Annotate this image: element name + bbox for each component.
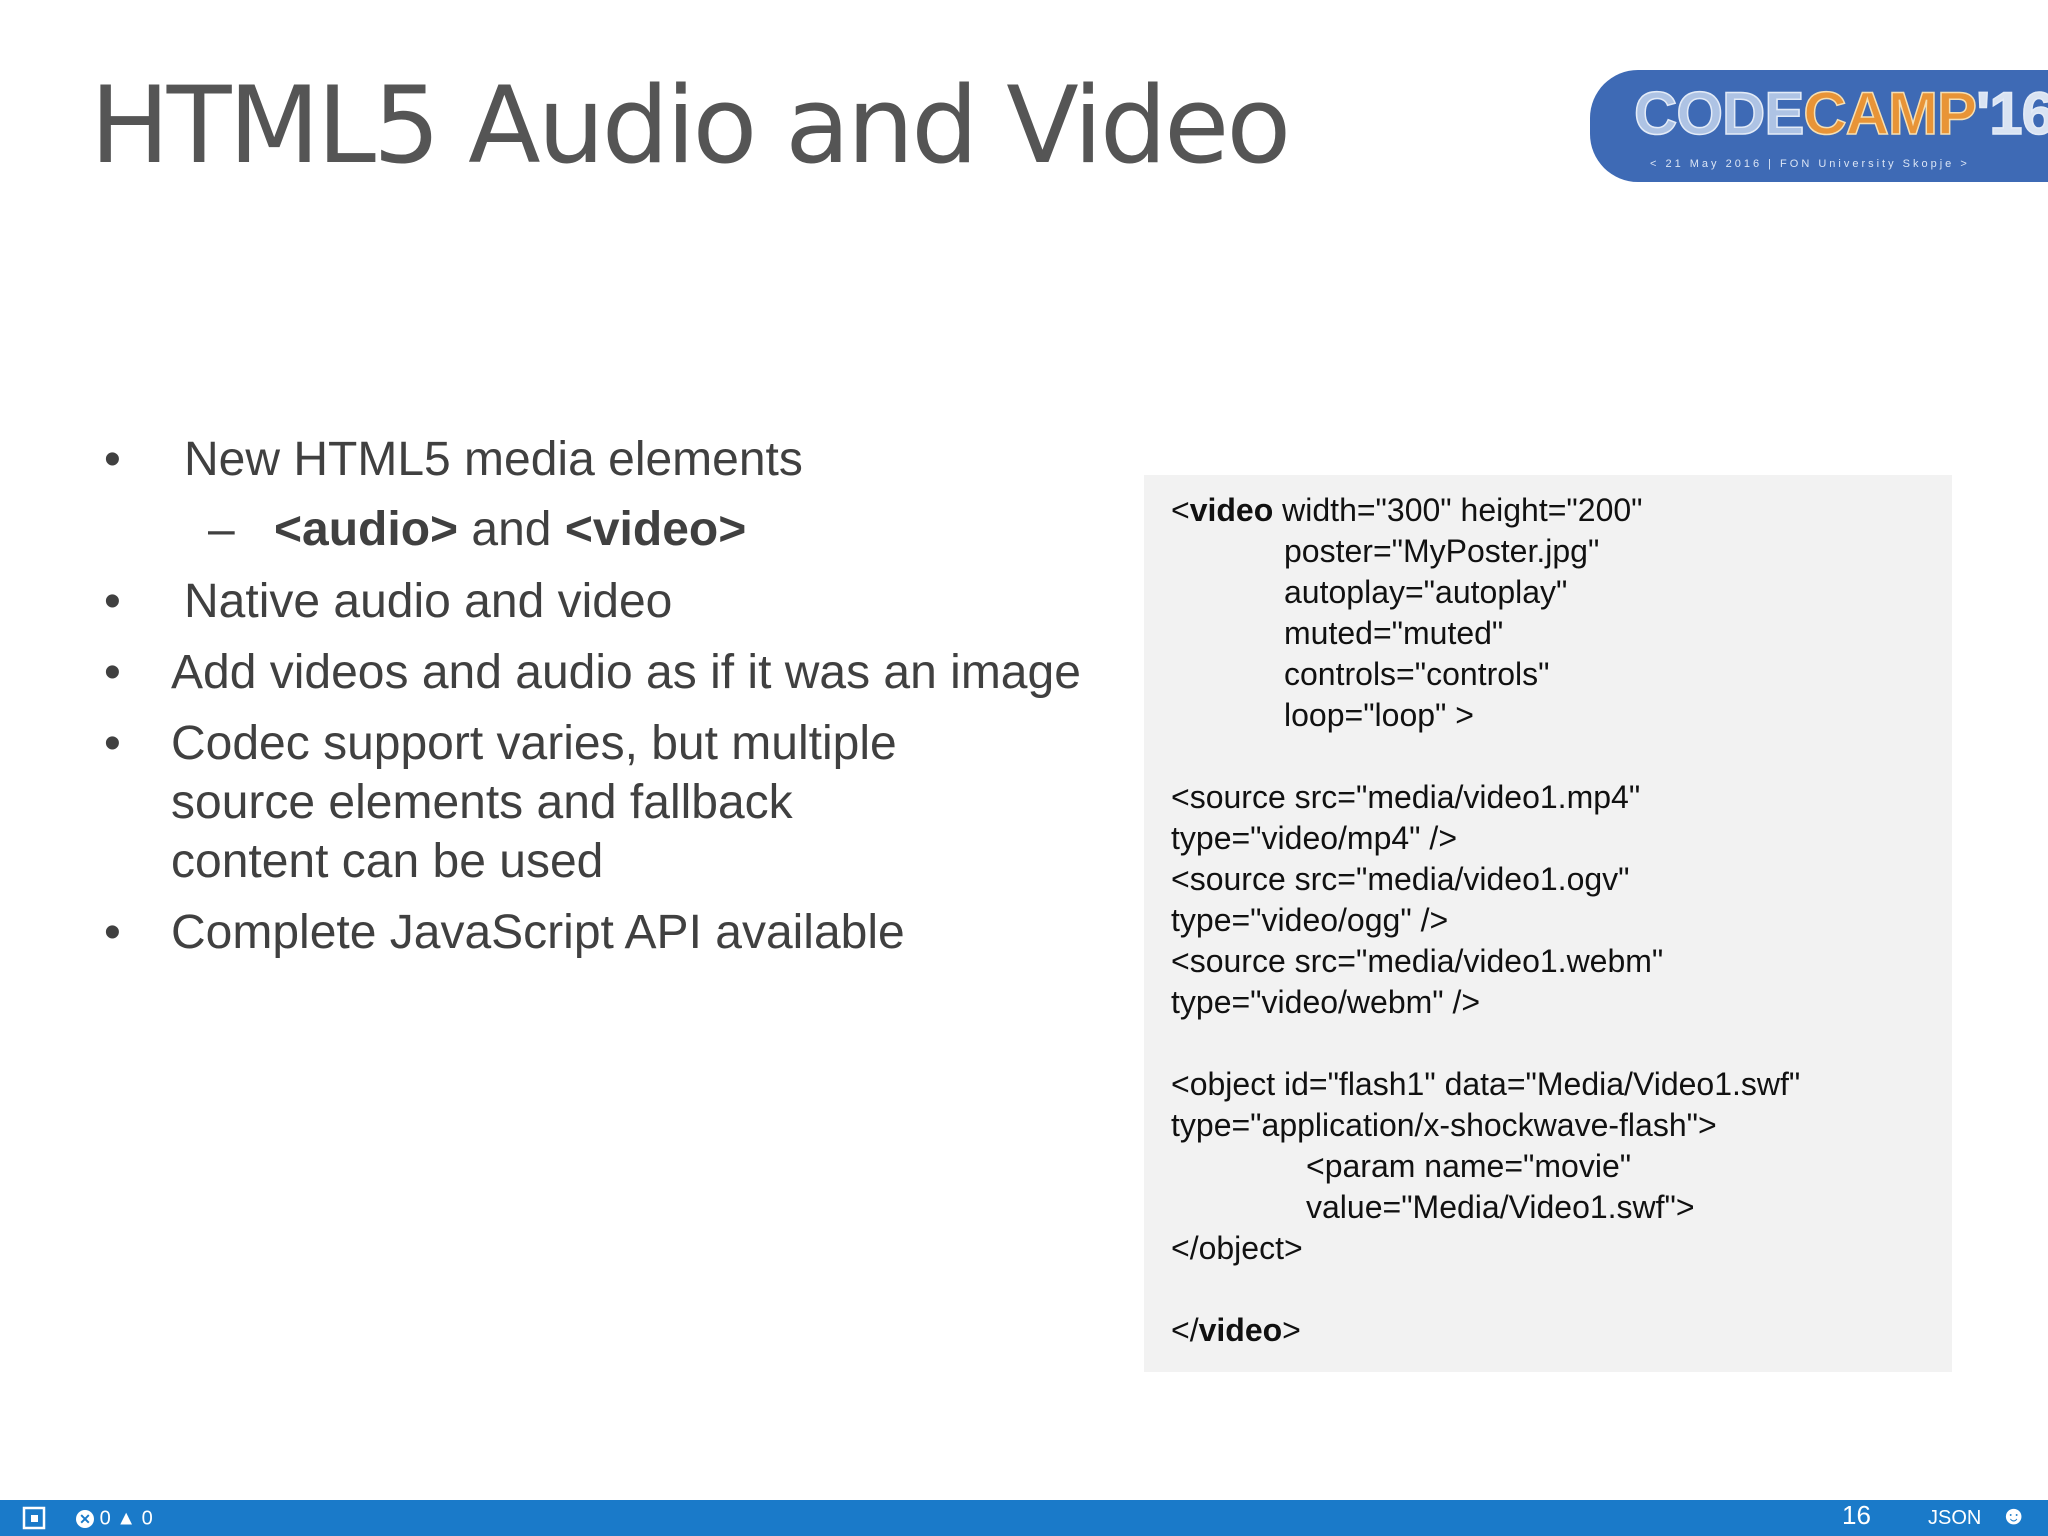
code-line: poster="MyPoster.jpg" bbox=[1284, 533, 1600, 569]
code-line: <object id="flash1" data="Media/Video1.s… bbox=[1171, 1066, 1801, 1102]
sub-bullet-item: – <audio> and <video> bbox=[208, 503, 747, 556]
code-line: autoplay="autoplay" bbox=[1284, 574, 1568, 610]
warning-icon: ▲ bbox=[116, 1507, 137, 1530]
code-line: type="video/ogg" /> bbox=[1171, 902, 1449, 938]
bullet-continuation: source elements and fallback bbox=[171, 776, 793, 829]
code-line: <video width="300" height="200" bbox=[1171, 492, 1643, 528]
bullet-item: • Native audio and video bbox=[104, 575, 673, 628]
code-line: </object> bbox=[1171, 1230, 1303, 1266]
code-line: <source src="media/video1.webm" bbox=[1171, 943, 1664, 979]
code-sample-box: <video width="300" height="200" poster="… bbox=[1144, 475, 1952, 1372]
code-line: type="video/mp4" /> bbox=[1171, 820, 1457, 856]
bullet-item: • Complete JavaScript API available bbox=[104, 906, 905, 959]
code-line: <source src="media/video1.mp4" bbox=[1171, 779, 1641, 815]
logo-subtitle: < 21 May 2016 | FON University Skopje > bbox=[1650, 158, 1970, 170]
code-line: value="Media/Video1.swf"> bbox=[1306, 1189, 1695, 1225]
status-bar: ✕ 0 ▲ 0 16 JSON ☻ bbox=[0, 1500, 2048, 1536]
feedback-smiley-icon[interactable]: ☻ bbox=[2000, 1502, 2027, 1528]
bullet-continuation: content can be used bbox=[171, 835, 604, 888]
problems-indicator[interactable]: ✕ 0 ▲ 0 bbox=[76, 1507, 153, 1530]
error-icon: ✕ bbox=[76, 1509, 94, 1528]
remote-icon[interactable] bbox=[22, 1506, 46, 1535]
codecamp-logo: CODECAMP'16 < 21 May 2016 | FON Universi… bbox=[1590, 70, 2048, 182]
slide-title: HTML5 Audio and Video bbox=[90, 64, 1291, 187]
code-line: loop="loop" > bbox=[1284, 697, 1474, 733]
code-line: <param name="movie" bbox=[1306, 1148, 1632, 1184]
error-count: 0 bbox=[99, 1507, 111, 1530]
code-line: muted="muted" bbox=[1284, 615, 1504, 651]
bullet-item: • Add videos and audio as if it was an i… bbox=[104, 646, 1081, 699]
code-line: </video> bbox=[1171, 1312, 1301, 1348]
code-line: controls="controls" bbox=[1284, 656, 1550, 692]
code-line: type="application/x-shockwave-flash"> bbox=[1171, 1107, 1717, 1143]
bullet-item: • New HTML5 media elements bbox=[104, 433, 803, 486]
page-number: 16 bbox=[1842, 1500, 1871, 1530]
warning-count: 0 bbox=[141, 1507, 153, 1530]
code-line: <source src="media/video1.ogv" bbox=[1171, 861, 1630, 897]
code-line: type="video/webm" /> bbox=[1171, 984, 1481, 1020]
bullet-item: • Codec support varies, but multiple bbox=[104, 717, 897, 770]
language-mode[interactable]: JSON bbox=[1928, 1507, 1981, 1529]
